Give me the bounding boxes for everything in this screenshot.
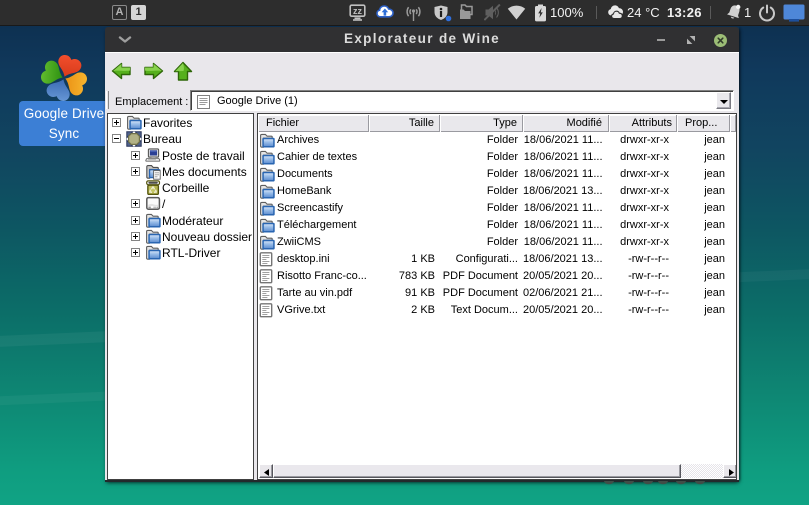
svg-text:zz: zz	[353, 6, 363, 16]
